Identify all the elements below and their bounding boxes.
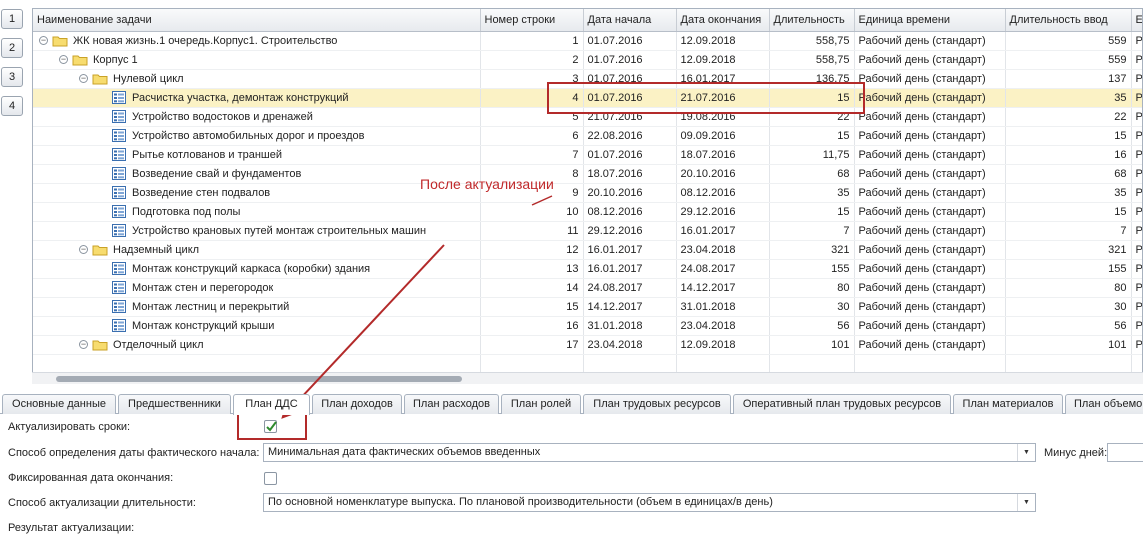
annotation-arrow-icon (281, 195, 553, 419)
tab-cash-flow-plan[interactable]: План ДДС (233, 394, 310, 415)
